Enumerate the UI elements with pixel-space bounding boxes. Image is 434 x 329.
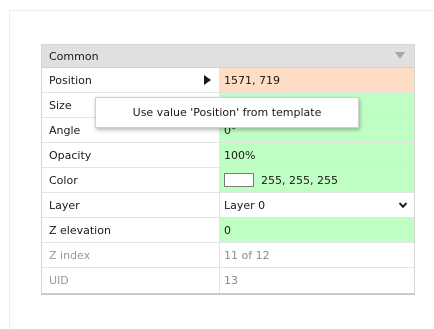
property-name: Opacity (49, 148, 92, 162)
property-row-layer[interactable]: Layer Layer 0 (42, 193, 414, 218)
property-name: Color (49, 173, 78, 187)
layer-select[interactable]: Layer 0 (220, 193, 414, 217)
property-value-uid: 13 (220, 268, 414, 293)
property-row-uid: UID 13 (42, 268, 414, 293)
group-header-label: Common (49, 49, 99, 63)
property-value-z-index: 11 of 12 (220, 243, 414, 267)
property-name: Z index (49, 248, 91, 262)
property-value: 100% (224, 148, 256, 162)
property-value: 255, 255, 255 (261, 173, 338, 187)
property-value: 1571, 719 (224, 73, 280, 87)
property-name-cell: Color (42, 168, 220, 192)
property-row-z-index: Z index 11 of 12 (42, 243, 414, 268)
property-row-z-elevation[interactable]: Z elevation 0 (42, 218, 414, 243)
property-row-opacity[interactable]: Opacity 100% (42, 143, 414, 168)
property-name: UID (49, 274, 69, 287)
property-name-cell: Position (42, 68, 220, 92)
property-name: Size (49, 98, 72, 112)
property-name-cell: Z index (42, 243, 220, 267)
property-value: 11 of 12 (224, 248, 270, 262)
property-name: Position (49, 73, 92, 87)
triangle-right-icon[interactable] (204, 75, 211, 85)
property-name-cell: UID (42, 268, 220, 293)
property-grid: Common Position 1571, 719 Size Angle 0° … (41, 44, 415, 295)
property-name-cell: Z elevation (42, 218, 220, 242)
property-name-cell: Opacity (42, 143, 220, 167)
property-name: Angle (49, 123, 81, 137)
property-value: 0 (224, 223, 231, 237)
property-value-opacity[interactable]: 100% (220, 143, 414, 167)
property-name-cell: Layer (42, 193, 220, 217)
chevron-down-icon[interactable] (398, 200, 408, 210)
property-name: Z elevation (49, 223, 111, 237)
triangle-down-icon[interactable] (395, 52, 405, 59)
property-value: 13 (224, 274, 238, 287)
property-value-color[interactable]: 255, 255, 255 (220, 168, 414, 192)
group-header-common[interactable]: Common (42, 45, 414, 68)
property-row-color[interactable]: Color 255, 255, 255 (42, 168, 414, 193)
property-value-position[interactable]: 1571, 719 (220, 68, 414, 92)
tooltip-text: Use value 'Position' from template (132, 106, 322, 119)
property-name: Layer (49, 198, 80, 212)
property-value-z-elevation[interactable]: 0 (220, 218, 414, 242)
property-value: Layer 0 (224, 198, 266, 212)
property-row-position[interactable]: Position 1571, 719 (42, 68, 414, 93)
color-swatch[interactable] (224, 173, 254, 187)
context-menu-item-use-template-value[interactable]: Use value 'Position' from template (95, 97, 359, 128)
